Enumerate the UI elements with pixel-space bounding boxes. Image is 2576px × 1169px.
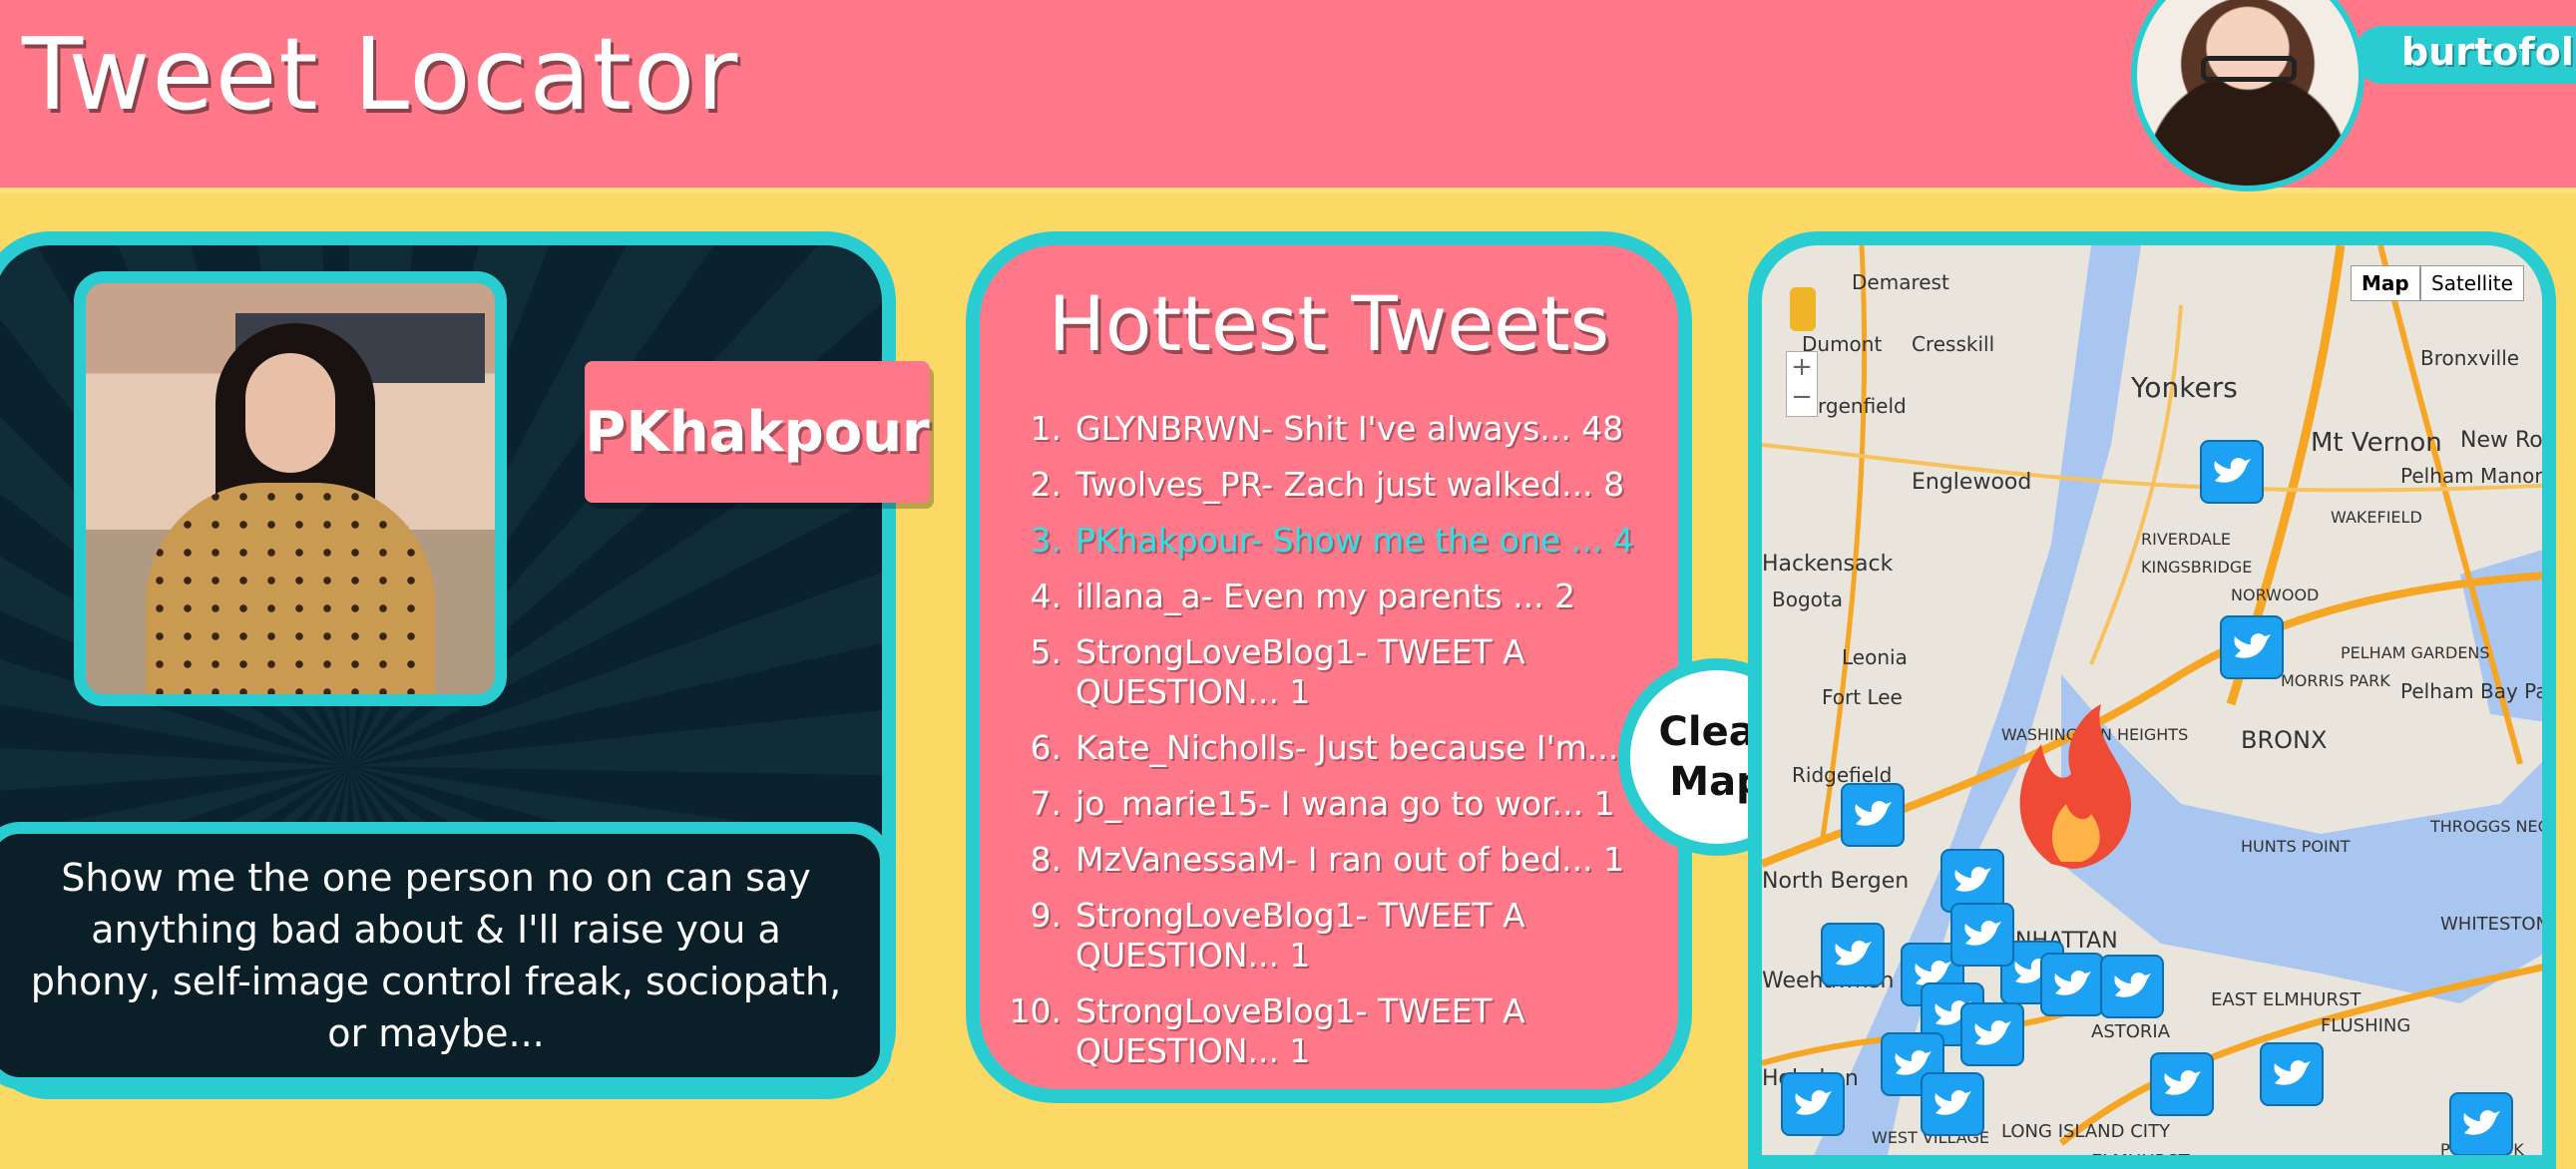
map-place-label: WAKEFIELD <box>2331 508 2422 527</box>
tweet-marker-icon[interactable] <box>2260 1042 2324 1106</box>
photo-leopard-coat <box>146 483 435 694</box>
hottest-tweet-text: StrongLoveBlog1- TWEET A QUESTION... 1 <box>1075 896 1525 974</box>
hottest-tweet-text: Kate_Nicholls- Just because I'm... 1 <box>1075 728 1650 767</box>
map-place-label: WHITESTONE <box>2440 914 2556 935</box>
tweet-marker-icon[interactable] <box>1950 903 2014 967</box>
tweet-marker-icon[interactable] <box>1960 1002 2024 1066</box>
hottest-tweets-title: Hottest Tweets <box>1048 279 1610 368</box>
map-place-label: EAST ELMHURST <box>2211 989 2361 1010</box>
tweet-marker-icon[interactable] <box>1781 1072 1845 1136</box>
map-place-label: Fort Lee <box>1822 685 1903 709</box>
hottest-tweet-item[interactable]: 4. illana_a- Even my parents ... 2 <box>1002 577 1660 616</box>
hottest-tweet-text: StrongLoveBlog1- TWEET A QUESTION... 1 <box>1075 991 1525 1070</box>
username-label[interactable]: burtofol.ic <box>2401 30 2576 74</box>
tweet-marker-icon[interactable] <box>1821 923 1885 986</box>
map-place-label: North Bergen <box>1762 869 1909 894</box>
map-place-label: Yonkers <box>2130 371 2238 404</box>
tweet-marker-icon[interactable] <box>2220 615 2284 679</box>
map-type-satellite-button[interactable]: Satellite <box>2420 265 2524 301</box>
hottest-tweet-text: PKhakpour- Show me the one ... 4 <box>1075 521 1634 560</box>
map-place-label: ASTORIA <box>2091 1021 2171 1042</box>
map-place-label: New Ro <box>2460 428 2543 453</box>
tweet-marker-icon[interactable] <box>1841 783 1905 847</box>
tweet-text: Show me the one person no on can say any… <box>30 856 842 1055</box>
tweet-marker-icon[interactable] <box>2449 1092 2513 1155</box>
hottest-tweet-text: illana_a- Even my parents ... 2 <box>1075 577 1576 615</box>
hottest-tweet-rank: 6. <box>1030 728 1063 767</box>
tweet-marker-icon[interactable] <box>2100 955 2164 1018</box>
street-view-pegman-icon[interactable] <box>1790 287 1816 331</box>
profile-photo <box>74 271 507 706</box>
map-place-label: FLUSHING <box>2321 1015 2410 1036</box>
map-place-label: BRONX <box>2241 726 2327 754</box>
map-canvas[interactable]: DemarestTuckahoeDumontCresskillBronxvill… <box>1762 245 2556 1169</box>
hottest-tweet-rank: 4. <box>1030 577 1063 615</box>
hottest-tweet-text: jo_marie15- I wana go to wor... 1 <box>1075 784 1615 823</box>
tweet-marker-icon[interactable] <box>2200 440 2264 504</box>
map-place-label: Demarest <box>1852 270 1949 294</box>
map-place-label: Cresskill <box>1912 332 1994 356</box>
hottest-tweet-item[interactable]: 6. Kate_Nicholls- Just because I'm... 1 <box>1002 728 1660 768</box>
map-place-label: Englewood <box>1912 470 2031 495</box>
map-place-label: KINGSBRIDGE <box>2141 558 2252 577</box>
user-avatar[interactable] <box>2131 0 2364 192</box>
hottest-tweet-item[interactable]: 9. StrongLoveBlog1- TWEET A QUESTION... 1 <box>1002 896 1660 975</box>
zoom-in-button[interactable]: + <box>1787 352 1817 382</box>
app-title: Tweet Locator <box>22 16 740 133</box>
hottest-tweet-item[interactable]: 2. Twolves_PR- Zach just walked... 8 <box>1002 465 1660 505</box>
avatar-glasses-detail <box>2201 56 2297 82</box>
map-place-label: THROGGS NECK <box>2429 817 2556 836</box>
tweet-marker-icon[interactable] <box>1921 1072 1984 1136</box>
hottest-tweets-panel: Hottest Tweets 1. GLYNBRWN- Shit I've alw… <box>966 231 1692 1103</box>
hottest-tweets-list: 1. GLYNBRWN- Shit I've always... 48 2. Twol… <box>1002 409 1660 1087</box>
hottest-tweet-rank: 10. <box>1009 991 1062 1030</box>
map-panel[interactable]: DemarestTuckahoeDumontCresskillBronxvill… <box>1748 231 2556 1169</box>
tweet-text-box: Show me the one person no on can say any… <box>0 822 892 1089</box>
hottest-tweet-item[interactable]: 5. StrongLoveBlog1- TWEET A QUESTION... 1 <box>1002 632 1660 712</box>
hottest-tweet-text: StrongLoveBlog1- TWEET A QUESTION... 1 <box>1075 632 1525 711</box>
hottest-tweet-rank: 9. <box>1030 896 1063 935</box>
header-bar: Tweet Locator burtofol.ic <box>0 0 2576 194</box>
hottest-tweet-item[interactable]: 1. GLYNBRWN- Shit I've always... 48 <box>1002 409 1660 449</box>
hottest-tweet-rank: 8. <box>1030 840 1063 879</box>
screen-name-badge[interactable]: PKhakpour <box>585 361 930 503</box>
hottest-tweet-item[interactable]: 3. PKhakpour- Show me the one ... 4 <box>1002 521 1660 561</box>
map-place-label: RIVERDALE <box>2141 530 2231 549</box>
map-type-map-button[interactable]: Map <box>2351 265 2420 301</box>
hottest-tweet-rank: 2. <box>1030 465 1063 504</box>
map-place-label: Pelham Manor <box>2400 464 2543 488</box>
zoom-out-button[interactable]: − <box>1787 382 1817 412</box>
hottest-tweet-rank: 5. <box>1030 632 1063 671</box>
tweet-marker-icon[interactable] <box>2040 953 2104 1016</box>
map-place-label: Hackensack <box>1762 552 1894 577</box>
map-place-label: Bronxville <box>2420 346 2519 370</box>
map-place-label: Pelham Bay Pa <box>2400 679 2548 703</box>
map-place-label: ELMHURST <box>2091 1151 2191 1169</box>
map-place-label: HUNTS POINT <box>2241 837 2351 856</box>
tweet-marker-icon[interactable] <box>1940 849 2004 913</box>
hottest-tweet-text: Twolves_PR- Zach just walked... 8 <box>1075 465 1625 504</box>
map-place-label: Leonia <box>1842 645 1908 669</box>
hottest-tweet-text: GLYNBRWN- Shit I've always... 48 <box>1075 409 1624 448</box>
hottest-tweet-item[interactable]: 8. MzVanessaM- I ran out of bed... 1 <box>1002 840 1660 880</box>
map-zoom-control[interactable]: + − <box>1786 351 1818 417</box>
hottest-tweet-text: MzVanessaM- I ran out of bed... 1 <box>1075 840 1625 879</box>
map-place-label: PELHAM GARDENS <box>2341 643 2490 662</box>
map-place-label: LONG ISLAND CITY <box>2001 1121 2171 1142</box>
tweet-marker-icon[interactable] <box>2150 1052 2214 1116</box>
hottest-tweet-item[interactable]: 7. jo_marie15- I wana go to wor... 1 <box>1002 784 1660 824</box>
photo-face <box>245 353 335 473</box>
hottest-tweet-rank: 3. <box>1030 521 1063 560</box>
map-place-label: Mt Vernon <box>2311 428 2442 458</box>
hottest-tweet-rank: 1. <box>1030 409 1063 448</box>
hottest-tweet-item[interactable]: 10. StrongLoveBlog1- TWEET A QUESTION... … <box>1002 991 1660 1071</box>
map-place-label: NORWOOD <box>2231 585 2319 604</box>
map-place-label: MORRIS PARK <box>2281 671 2390 690</box>
map-place-label: Bogota <box>1772 587 1843 611</box>
hottest-tweet-rank: 7. <box>1030 784 1063 823</box>
